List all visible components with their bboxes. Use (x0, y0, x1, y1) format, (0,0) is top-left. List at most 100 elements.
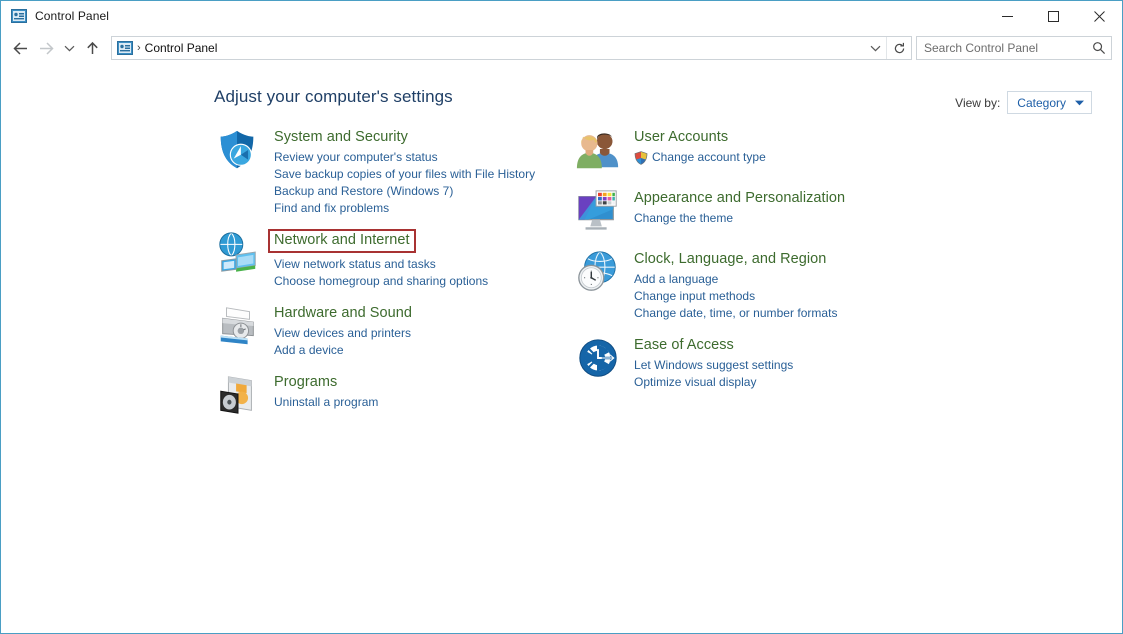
category-links: Uninstall a program (274, 394, 378, 411)
network-icon (215, 230, 261, 276)
category-links: Change the theme (634, 210, 845, 227)
category-system-and-security: System and Security Review your computer'… (214, 127, 566, 217)
monitor-palette-icon (575, 188, 621, 234)
minimize-button[interactable] (984, 1, 1030, 31)
category-task-link[interactable]: Add a language (634, 271, 837, 288)
category-icon[interactable] (574, 249, 622, 297)
category-title-link[interactable]: Clock, Language, and Region (634, 250, 826, 269)
category-task-link[interactable]: Change date, time, or number formats (634, 305, 837, 322)
category-body: Appearance and Personalization Change the… (634, 188, 845, 236)
address-dropdown-button[interactable] (864, 37, 886, 59)
category-network-and-internet: Network and Internet View network status … (214, 230, 566, 290)
view-by-dropdown[interactable]: Category (1007, 91, 1092, 114)
view-by-value: Category (1017, 96, 1066, 110)
category-task-link[interactable]: Change the theme (634, 210, 845, 227)
category-title-link[interactable]: System and Security (274, 128, 408, 147)
category-task-link[interactable]: Let Windows suggest settings (634, 357, 793, 374)
category-user-accounts: User Accounts Change account type (574, 127, 926, 175)
page-header: Adjust your computer's settings View by:… (214, 87, 1092, 114)
navigation-bar: › Control Panel (1, 31, 1122, 65)
search-input[interactable] (917, 40, 1087, 56)
category-task-link[interactable]: Change account type (634, 149, 766, 166)
category-programs: Programs Uninstall a program (214, 372, 566, 420)
chevron-down-icon (64, 44, 75, 53)
category-icon[interactable] (214, 230, 262, 278)
category-links: Change account type (634, 149, 766, 166)
caret-down-icon (1075, 100, 1084, 106)
forward-arrow-icon (38, 41, 55, 56)
category-icon[interactable] (574, 188, 622, 236)
category-task-link[interactable]: Save backup copies of your files with Fi… (274, 166, 535, 183)
forward-button[interactable] (33, 35, 59, 61)
up-one-level-button[interactable] (79, 35, 105, 61)
category-title-link[interactable]: Programs (274, 373, 337, 392)
category-task-link[interactable]: Find and fix problems (274, 200, 535, 217)
category-task-label: Change account type (652, 149, 766, 166)
category-task-link[interactable]: Review your computer's status (274, 149, 535, 166)
printer-icon (215, 303, 261, 349)
address-bar-actions (864, 37, 911, 59)
category-columns: System and Security Review your computer'… (214, 127, 1102, 433)
users-icon (575, 127, 621, 173)
category-column-right: User Accounts Change account type App (574, 127, 926, 433)
category-icon[interactable] (574, 335, 622, 383)
category-task-link[interactable]: Uninstall a program (274, 394, 378, 411)
recent-locations-button[interactable] (59, 35, 79, 61)
category-clock-language-and-region: Clock, Language, and Region Add a languag… (574, 249, 926, 322)
back-button[interactable] (7, 35, 33, 61)
clock-globe-icon (575, 249, 621, 295)
category-links: View devices and printersAdd a device (274, 325, 412, 359)
category-icon[interactable] (214, 372, 262, 420)
category-title-link[interactable]: Hardware and Sound (274, 304, 412, 323)
category-icon[interactable] (214, 303, 262, 351)
category-hardware-and-sound: Hardware and Sound View devices and print… (214, 303, 566, 359)
ease-of-access-icon (575, 335, 621, 381)
control-panel-icon (11, 9, 27, 23)
search-box[interactable] (916, 36, 1112, 60)
category-column-left: System and Security Review your computer'… (214, 127, 566, 433)
category-links: Review your computer's statusSave backup… (274, 149, 535, 217)
minimize-icon (1002, 11, 1013, 22)
refresh-button[interactable] (886, 37, 911, 59)
category-task-link[interactable]: View network status and tasks (274, 256, 488, 273)
control-panel-window: Control Panel (0, 0, 1123, 634)
category-icon[interactable] (214, 127, 262, 175)
category-task-link[interactable]: Choose homegroup and sharing options (274, 273, 488, 290)
page-title: Adjust your computer's settings (214, 87, 453, 107)
close-button[interactable] (1076, 1, 1122, 31)
close-icon (1094, 11, 1105, 22)
category-body: User Accounts Change account type (634, 127, 766, 175)
category-title-link[interactable]: User Accounts (634, 128, 728, 147)
up-arrow-icon (85, 41, 100, 56)
category-title-link[interactable]: Appearance and Personalization (634, 189, 845, 208)
search-icon[interactable] (1087, 41, 1111, 55)
category-task-link[interactable]: View devices and printers (274, 325, 412, 342)
view-by-label: View by: (955, 96, 1000, 110)
chevron-down-icon (870, 44, 881, 53)
category-links: Let Windows suggest settingsOptimize vis… (634, 357, 793, 391)
category-task-link[interactable]: Backup and Restore (Windows 7) (274, 183, 535, 200)
breadcrumb-separator: › (137, 42, 141, 54)
category-task-link[interactable]: Add a device (274, 342, 412, 359)
window-title: Control Panel (35, 9, 109, 23)
category-links: Add a languageChange input methodsChange… (634, 271, 837, 322)
window-controls (984, 1, 1122, 31)
category-body: Programs Uninstall a program (274, 372, 378, 420)
category-body: Clock, Language, and Region Add a languag… (634, 249, 837, 322)
breadcrumb-path[interactable]: Control Panel (145, 41, 218, 55)
category-body: Ease of Access Let Windows suggest settin… (634, 335, 793, 391)
category-body: Network and InternetView network status … (274, 230, 488, 290)
category-body: System and Security Review your computer'… (274, 127, 535, 217)
category-ease-of-access: Ease of Access Let Windows suggest settin… (574, 335, 926, 391)
category-task-link[interactable]: Change input methods (634, 288, 837, 305)
category-task-link[interactable]: Optimize visual display (634, 374, 793, 391)
category-appearance-and-personalization: Appearance and Personalization Change the… (574, 188, 926, 236)
category-icon[interactable] (574, 127, 622, 175)
maximize-button[interactable] (1030, 1, 1076, 31)
category-title-link[interactable]: Network and Internet (268, 229, 416, 253)
shield-icon (215, 127, 261, 173)
address-bar[interactable]: › Control Panel (111, 36, 912, 60)
category-title-link[interactable]: Ease of Access (634, 336, 734, 355)
view-by-control: View by: Category (955, 87, 1092, 114)
control-panel-icon (117, 41, 133, 55)
